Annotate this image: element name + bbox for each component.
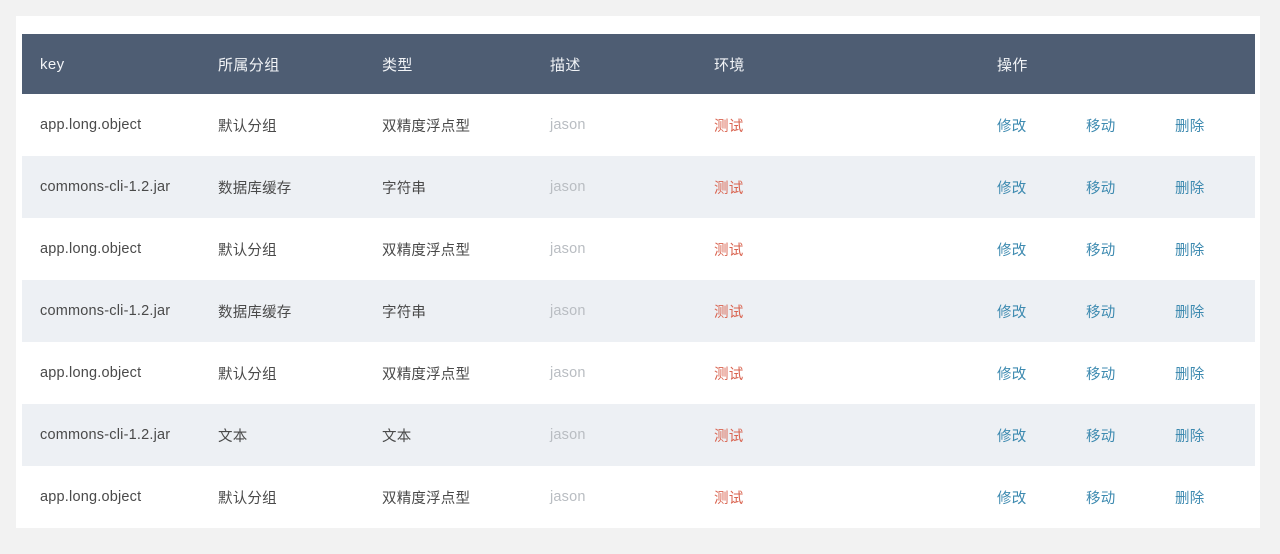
action-edit-link[interactable]: 修改 [997,363,1049,384]
row-actions: 修改 移动 删除 [997,487,1255,508]
cell-type: 字符串 [382,180,427,197]
column-header-environment[interactable]: 环境 [714,34,997,94]
cell-key: commons-cli-1.2.jar [40,303,171,319]
cell-actions: 修改 移动 删除 [997,280,1255,342]
cell-type: 双精度浮点型 [382,242,471,259]
cell-environment: 测试 [714,490,744,507]
cell-group: 文本 [218,428,248,445]
action-move-link[interactable]: 移动 [1086,363,1138,384]
cell-actions: 修改 移动 删除 [997,342,1255,404]
cell-key: commons-cli-1.2.jar [40,179,171,195]
config-list-card: key 所属分组 类型 描述 环境 操作 app.long.object 默认分组… [16,16,1260,528]
cell-actions: 修改 移动 删除 [997,218,1255,280]
cell-group: 数据库缓存 [218,304,292,321]
table-body: app.long.object 默认分组 双精度浮点型 jason 测试 修改 移动 删除 co… [22,94,1255,528]
column-header-key[interactable]: key [22,34,218,94]
cell-environment: 测试 [714,304,744,321]
row-actions: 修改 移动 删除 [997,425,1255,446]
action-move-link[interactable]: 移动 [1086,301,1138,322]
action-edit-link[interactable]: 修改 [997,177,1049,198]
action-edit-link[interactable]: 修改 [997,239,1049,260]
row-actions: 修改 移动 删除 [997,301,1255,322]
cell-group: 数据库缓存 [218,180,292,197]
action-edit-link[interactable]: 修改 [997,301,1049,322]
cell-key: commons-cli-1.2.jar [40,427,171,443]
cell-type: 文本 [382,428,412,445]
action-delete-link[interactable]: 删除 [1175,115,1227,136]
cell-description: jason [550,303,586,319]
action-delete-link[interactable]: 删除 [1175,487,1227,508]
row-actions: 修改 移动 删除 [997,363,1255,384]
cell-key: app.long.object [40,117,142,133]
cell-type: 字符串 [382,304,427,321]
action-move-link[interactable]: 移动 [1086,425,1138,446]
cell-description: jason [550,365,586,381]
cell-group: 默认分组 [218,490,277,507]
cell-group: 默认分组 [218,366,277,383]
cell-key: app.long.object [40,241,142,257]
column-header-description[interactable]: 描述 [550,34,714,94]
row-actions: 修改 移动 删除 [997,177,1255,198]
column-header-group[interactable]: 所属分组 [218,34,382,94]
cell-type: 双精度浮点型 [382,118,471,135]
cell-actions: 修改 移动 删除 [997,466,1255,528]
config-items-table: key 所属分组 类型 描述 环境 操作 app.long.object 默认分组… [22,34,1255,528]
table-row[interactable]: app.long.object 默认分组 双精度浮点型 jason 测试 修改 移动 删除 [22,466,1255,528]
cell-environment: 测试 [714,242,744,259]
cell-environment: 测试 [714,428,744,445]
action-delete-link[interactable]: 删除 [1175,363,1227,384]
cell-type: 双精度浮点型 [382,366,471,383]
action-move-link[interactable]: 移动 [1086,115,1138,136]
cell-key: app.long.object [40,489,142,505]
action-edit-link[interactable]: 修改 [997,115,1049,136]
cell-key: app.long.object [40,365,142,381]
cell-description: jason [550,489,586,505]
action-delete-link[interactable]: 删除 [1175,239,1227,260]
table-row[interactable]: app.long.object 默认分组 双精度浮点型 jason 测试 修改 移动 删除 [22,94,1255,156]
cell-actions: 修改 移动 删除 [997,404,1255,466]
action-delete-link[interactable]: 删除 [1175,177,1227,198]
table-row[interactable]: app.long.object 默认分组 双精度浮点型 jason 测试 修改 移动 删除 [22,218,1255,280]
action-edit-link[interactable]: 修改 [997,487,1049,508]
row-actions: 修改 移动 删除 [997,115,1255,136]
cell-description: jason [550,117,586,133]
cell-group: 默认分组 [218,242,277,259]
table-row[interactable]: app.long.object 默认分组 双精度浮点型 jason 测试 修改 移动 删除 [22,342,1255,404]
table-row[interactable]: commons-cli-1.2.jar 数据库缓存 字符串 jason 测试 修改 移动 删除 [22,280,1255,342]
action-edit-link[interactable]: 修改 [997,425,1049,446]
action-delete-link[interactable]: 删除 [1175,425,1227,446]
cell-group: 默认分组 [218,118,277,135]
action-delete-link[interactable]: 删除 [1175,301,1227,322]
cell-actions: 修改 移动 删除 [997,94,1255,156]
table-header: key 所属分组 类型 描述 环境 操作 [22,34,1255,94]
action-move-link[interactable]: 移动 [1086,177,1138,198]
action-move-link[interactable]: 移动 [1086,239,1138,260]
cell-environment: 测试 [714,180,744,197]
cell-description: jason [550,241,586,257]
action-move-link[interactable]: 移动 [1086,487,1138,508]
cell-type: 双精度浮点型 [382,490,471,507]
cell-description: jason [550,427,586,443]
table-row[interactable]: commons-cli-1.2.jar 数据库缓存 字符串 jason 测试 修改 移动 删除 [22,156,1255,218]
table-header-row: key 所属分组 类型 描述 环境 操作 [22,34,1255,94]
column-header-actions[interactable]: 操作 [997,34,1255,94]
table-row[interactable]: commons-cli-1.2.jar 文本 文本 jason 测试 修改 移动 删除 [22,404,1255,466]
cell-description: jason [550,179,586,195]
cell-actions: 修改 移动 删除 [997,156,1255,218]
row-actions: 修改 移动 删除 [997,239,1255,260]
cell-environment: 测试 [714,118,744,135]
column-header-type[interactable]: 类型 [382,34,550,94]
cell-environment: 测试 [714,366,744,383]
